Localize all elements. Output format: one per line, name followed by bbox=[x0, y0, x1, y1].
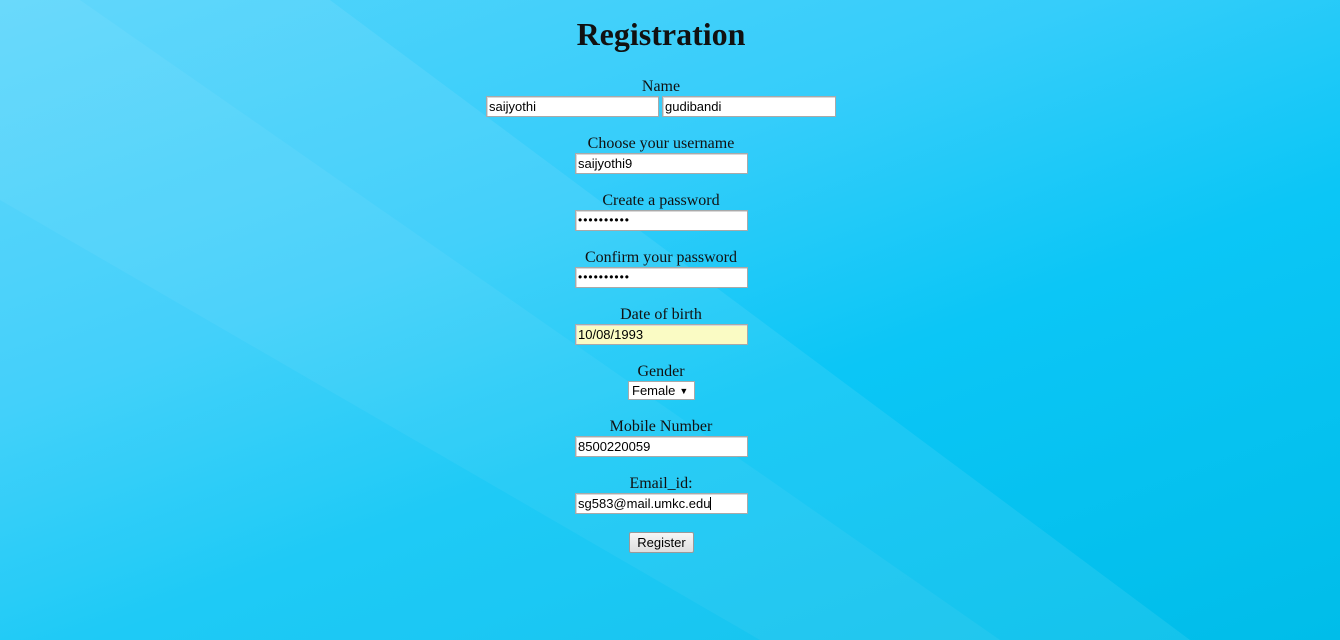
email-label: Email_id: bbox=[629, 475, 693, 492]
gender-select[interactable]: Female ▼ bbox=[628, 381, 695, 400]
first-name-field[interactable]: saijyothi bbox=[486, 96, 659, 117]
dob-field[interactable]: 10/08/1993 bbox=[575, 324, 748, 345]
mobile-field[interactable]: 8500220059 bbox=[575, 436, 748, 457]
password-label: Create a password bbox=[602, 192, 720, 209]
text-caret bbox=[710, 497, 712, 510]
register-button[interactable]: Register bbox=[629, 532, 694, 553]
gender-label: Gender bbox=[637, 363, 685, 380]
confirm-password-label: Confirm your password bbox=[585, 249, 737, 266]
registration-form: Registration Name saijyothi gudibandi Ch… bbox=[0, 0, 1340, 640]
email-value: sg583@mail.umkc.edu bbox=[578, 496, 711, 511]
last-name-field[interactable]: gudibandi bbox=[662, 96, 836, 117]
username-field[interactable]: saijyothi9 bbox=[575, 153, 748, 174]
page-title: Registration bbox=[576, 16, 746, 52]
mobile-label: Mobile Number bbox=[609, 418, 713, 435]
username-label: Choose your username bbox=[587, 135, 735, 152]
dob-label: Date of birth bbox=[620, 306, 702, 323]
email-field[interactable]: sg583@mail.umkc.edu bbox=[575, 493, 748, 514]
password-field[interactable]: •••••••••• bbox=[575, 210, 748, 231]
dropdown-arrow-icon: ▼ bbox=[679, 386, 689, 396]
name-label: Name bbox=[641, 78, 681, 95]
confirm-password-field[interactable]: •••••••••• bbox=[575, 267, 748, 288]
gender-selected-value: Female bbox=[632, 383, 676, 398]
